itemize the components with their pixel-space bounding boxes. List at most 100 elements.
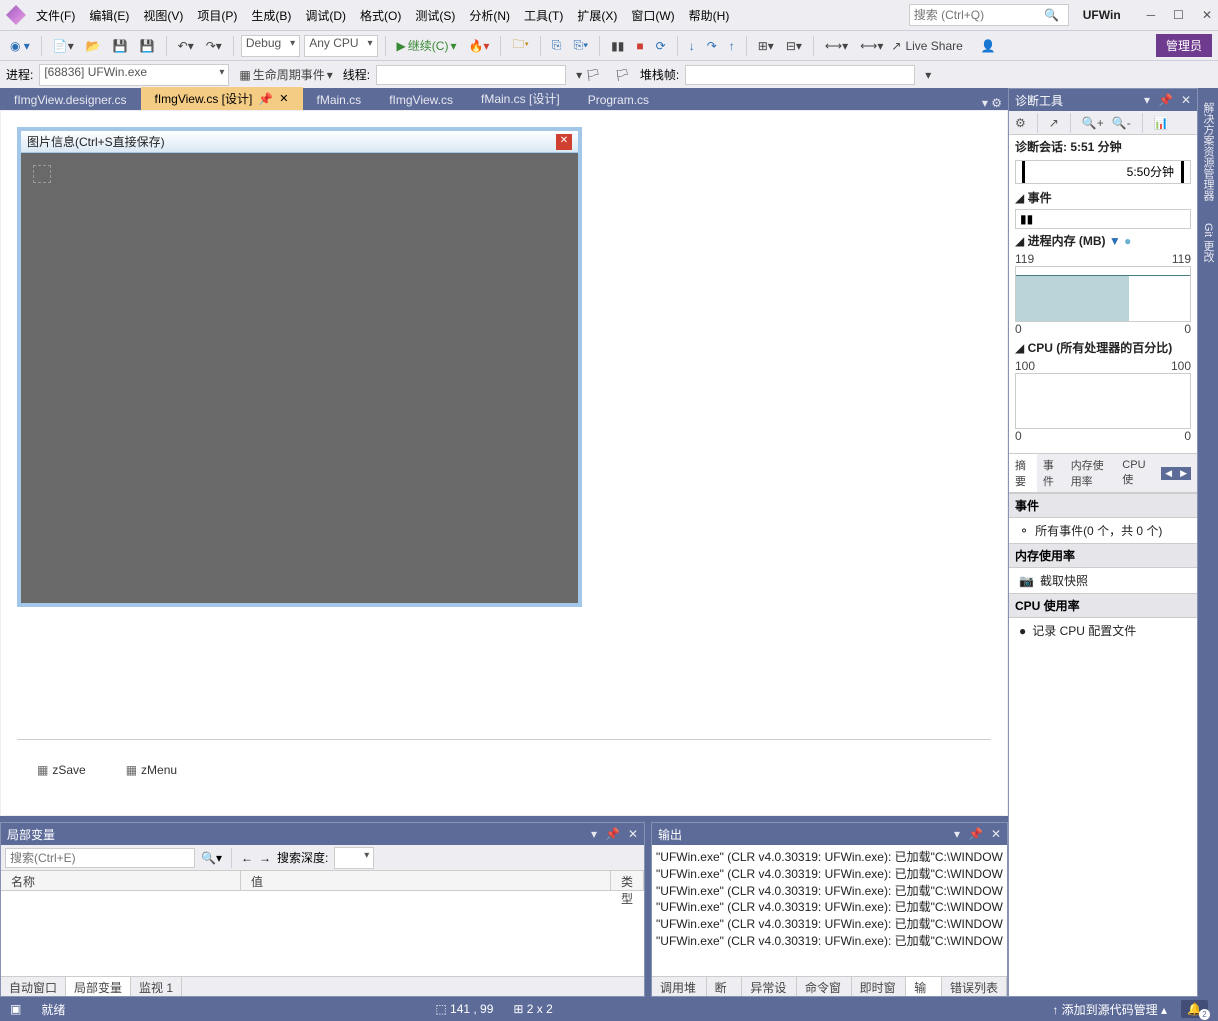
locals-search-input[interactable]: [5, 848, 195, 868]
tab-memuse[interactable]: 内存使用率: [1065, 454, 1117, 492]
save-button[interactable]: 💾: [109, 37, 132, 55]
output-pane-icon[interactable]: ▣: [10, 1002, 21, 1016]
tray-zsave[interactable]: zSave: [37, 763, 86, 777]
close-icon[interactable]: ✕: [628, 827, 638, 841]
tab-fimgview-design[interactable]: fImgView.cs [设计]📌✕: [141, 87, 303, 110]
menu-help[interactable]: 帮助(H): [683, 3, 736, 28]
dropdown-icon[interactable]: ▾: [1144, 93, 1150, 107]
tab-output[interactable]: 输出: [906, 977, 942, 996]
dropdown-icon[interactable]: ▾: [591, 827, 597, 841]
stop-button[interactable]: ■: [632, 37, 647, 55]
tab-cpuuse[interactable]: CPU 使: [1116, 456, 1155, 490]
close-icon[interactable]: ✕: [1202, 8, 1212, 22]
menu-test[interactable]: 测试(S): [409, 3, 461, 28]
menu-extensions[interactable]: 扩展(X): [571, 3, 623, 28]
col-type[interactable]: 类型: [611, 871, 644, 890]
menu-debug[interactable]: 调试(D): [299, 3, 352, 28]
menu-edit[interactable]: 编辑(E): [83, 3, 135, 28]
flag1-icon[interactable]: ▾ 🏳: [572, 66, 605, 84]
stackframe-field[interactable]: [685, 65, 915, 85]
scroll-left-icon[interactable]: ◀: [1161, 467, 1176, 480]
tab-watch1[interactable]: 监视 1: [131, 977, 182, 996]
maximize-icon[interactable]: ☐: [1173, 8, 1184, 22]
undo-button[interactable]: ↶▾: [174, 37, 198, 55]
notifications-icon[interactable]: 🔔: [1181, 1000, 1208, 1018]
thread-field[interactable]: [376, 65, 566, 85]
cpu-chart[interactable]: [1015, 373, 1191, 429]
col-value[interactable]: 值: [241, 871, 611, 890]
search-box[interactable]: 🔍: [909, 4, 1069, 26]
zoomin-icon[interactable]: 🔍+: [1082, 116, 1104, 130]
pin-icon[interactable]: 📌: [1158, 93, 1173, 107]
form-designer[interactable]: 图片信息(Ctrl+S直接保存) ✕ zSave zMenu: [0, 110, 1008, 816]
events-chart[interactable]: ▮▮: [1015, 209, 1191, 229]
timeline[interactable]: 5:50分钟: [1015, 160, 1191, 184]
menu-project[interactable]: 项目(P): [191, 3, 243, 28]
tab-breakpoints[interactable]: 断点: [707, 977, 743, 996]
menu-view[interactable]: 视图(V): [137, 3, 189, 28]
spacing2-button[interactable]: ⟷▾: [856, 37, 887, 55]
close-icon[interactable]: ✕: [991, 827, 1001, 841]
new-item-button[interactable]: 📄▾: [49, 37, 78, 55]
select-tool-icon[interactable]: ↗: [1049, 116, 1059, 130]
tab-fimgview-cs[interactable]: fImgView.cs: [375, 90, 467, 110]
zoomout-icon[interactable]: 🔍-: [1112, 116, 1131, 130]
tab-locals[interactable]: 局部变量: [66, 977, 131, 996]
spacing-button[interactable]: ⟷▾: [821, 37, 852, 55]
process-combo[interactable]: [68836] UFWin.exe: [39, 64, 229, 86]
pin-icon[interactable]: 📌: [258, 92, 273, 106]
tab-errorlist[interactable]: 错误列表 ...: [942, 977, 1007, 996]
tab-fmain-design[interactable]: fMain.cs [设计]: [467, 87, 574, 110]
step-into-button[interactable]: ↓: [685, 37, 699, 55]
depth-combo[interactable]: [334, 847, 374, 869]
tab-immediate[interactable]: 即时窗口: [852, 977, 907, 996]
open-button[interactable]: 📂: [82, 37, 105, 55]
sf-down-icon[interactable]: ▾: [921, 66, 935, 84]
step2-button[interactable]: ⎘▾: [570, 36, 593, 55]
step-over-button[interactable]: ↷: [703, 37, 721, 55]
menu-file[interactable]: 文件(F): [30, 3, 81, 28]
cpu-record-row[interactable]: ● 记录 CPU 配置文件: [1009, 618, 1197, 643]
col-name[interactable]: 名称: [1, 871, 241, 890]
feedback-icon[interactable]: 👤: [977, 37, 1000, 55]
nav-back-icon[interactable]: ←: [241, 851, 253, 865]
tab-autos[interactable]: 自动窗口: [1, 977, 66, 996]
gear-icon[interactable]: ⚙: [1015, 116, 1026, 130]
sidetab-git-changes[interactable]: Git 更改: [1198, 217, 1218, 268]
flag2-icon[interactable]: 🏳: [611, 66, 634, 84]
pin-icon[interactable]: 📌: [968, 827, 983, 841]
continue-button[interactable]: ▶ 继续(C) ▾: [393, 35, 461, 56]
scm-button[interactable]: ↑ 添加到源代码管理 ▴: [1052, 1001, 1167, 1018]
tab-fmain-cs[interactable]: fMain.cs: [303, 90, 376, 110]
navigate-back-button[interactable]: ◉ ▾: [6, 37, 34, 55]
search-go-icon[interactable]: 🔍▾: [201, 851, 222, 865]
tab-designer-cs[interactable]: fImgView.designer.cs: [0, 90, 141, 110]
save-all-button[interactable]: 💾: [136, 37, 159, 55]
sidetab-solution-explorer[interactable]: 解决方案资源管理器: [1198, 96, 1218, 207]
tab-command[interactable]: 命令窗口: [797, 977, 852, 996]
hot-reload-button[interactable]: 🔥▾: [464, 37, 493, 55]
menu-format[interactable]: 格式(O): [354, 3, 407, 28]
tab-program-cs[interactable]: Program.cs: [574, 90, 663, 110]
restart-button[interactable]: ⟳: [652, 37, 670, 55]
menu-window[interactable]: 窗口(W): [625, 3, 680, 28]
config-combo[interactable]: Debug: [241, 35, 300, 57]
scroll-right-icon[interactable]: ▶: [1176, 467, 1191, 480]
tab-exceptions[interactable]: 异常设置: [742, 977, 797, 996]
step-button[interactable]: ⎘: [548, 36, 566, 55]
tab-events[interactable]: 事件: [1037, 454, 1065, 492]
menu-analyze[interactable]: 分析(N): [463, 3, 516, 28]
platform-combo[interactable]: Any CPU: [304, 35, 377, 57]
pin-icon[interactable]: 📌: [605, 827, 620, 841]
menu-build[interactable]: 生成(B): [245, 3, 297, 28]
form-close-icon[interactable]: ✕: [556, 134, 572, 150]
align2-button[interactable]: ⊟▾: [782, 37, 806, 55]
tab-close-icon[interactable]: ✕: [279, 92, 288, 105]
redo-button[interactable]: ↷▾: [202, 37, 226, 55]
dropdown-icon[interactable]: ▾: [954, 827, 960, 841]
output-body[interactable]: "UFWin.exe" (CLR v4.0.30319: UFWin.exe):…: [652, 845, 1007, 976]
menu-tools[interactable]: 工具(T): [518, 3, 569, 28]
design-form[interactable]: 图片信息(Ctrl+S直接保存) ✕: [17, 127, 582, 607]
events-row[interactable]: ⚬ 所有事件(0 个，共 0 个): [1009, 518, 1197, 543]
events-header[interactable]: ◢ 事件: [1009, 186, 1197, 209]
